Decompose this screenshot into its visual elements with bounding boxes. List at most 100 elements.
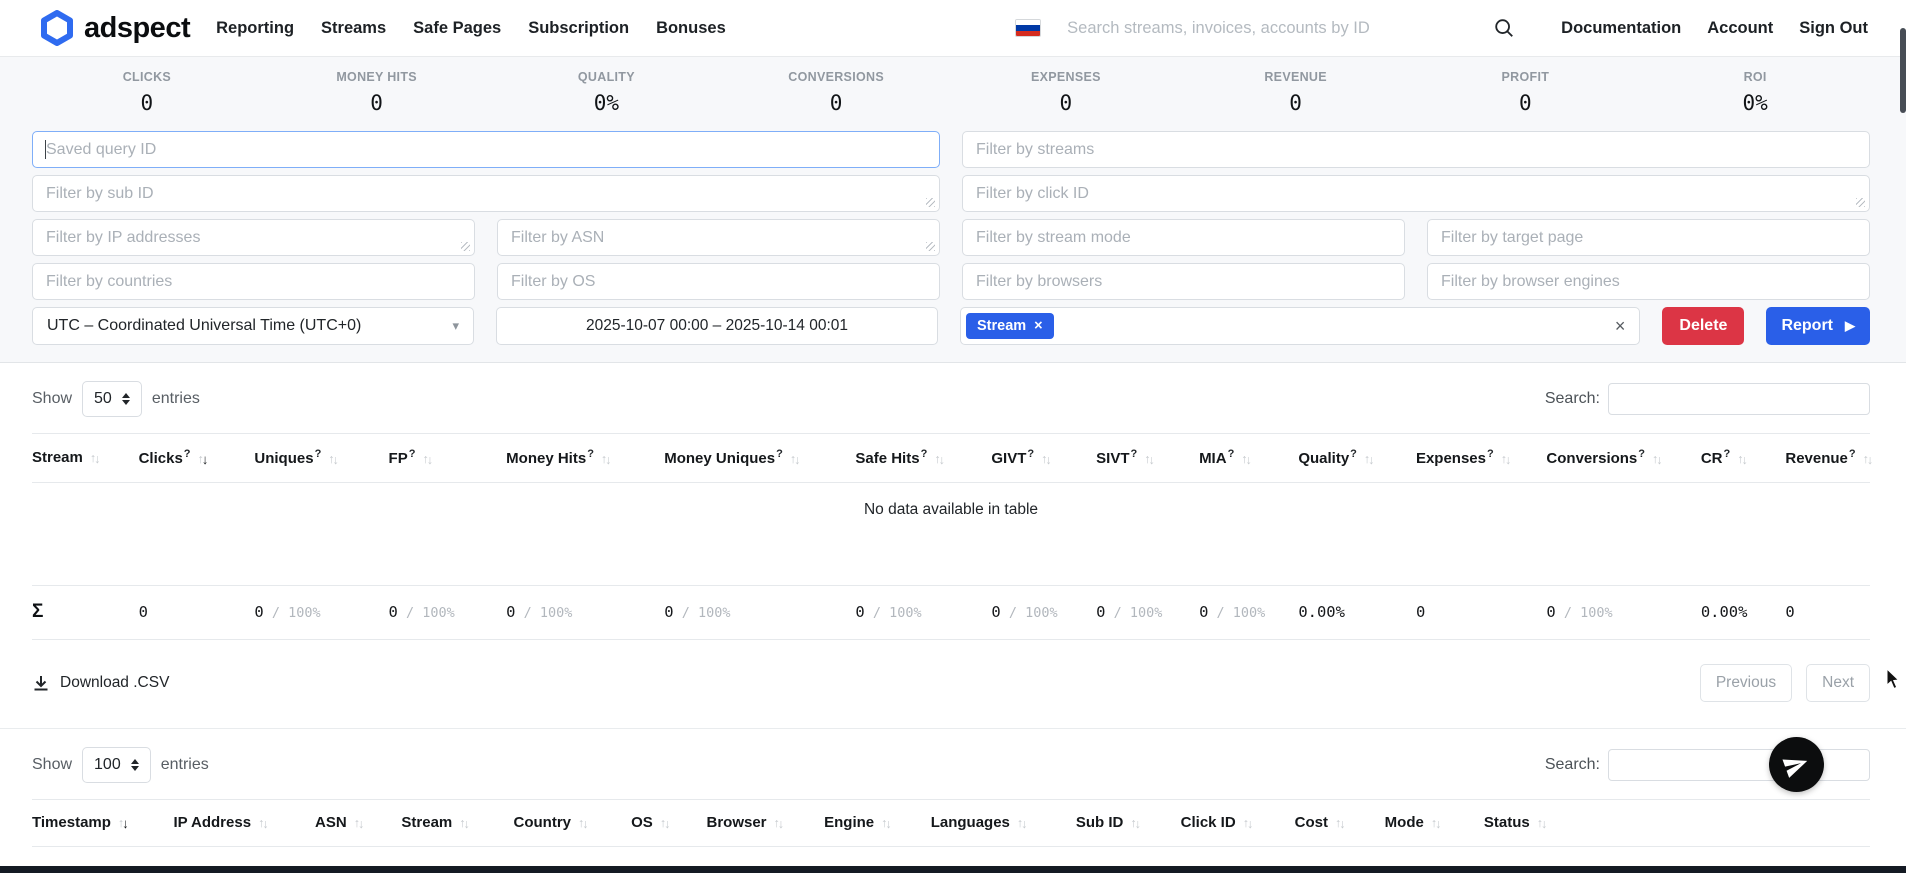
report-search-input[interactable]: [1608, 383, 1870, 415]
browsers-filter-input[interactable]: [962, 263, 1405, 300]
clicks-column-engine[interactable]: Engine↑↓: [824, 800, 931, 847]
group-by-select[interactable]: Stream × ×: [960, 307, 1640, 345]
clicks-column-ip-address[interactable]: IP Address↑↓: [174, 800, 316, 847]
help-icon[interactable]: ?: [409, 448, 416, 460]
help-icon[interactable]: ?: [1723, 448, 1730, 460]
report-column-stream[interactable]: Stream↑↓: [32, 434, 139, 483]
clicks-page-size-select[interactable]: 100: [82, 747, 151, 783]
streams-filter-input[interactable]: [962, 131, 1870, 168]
nav-item-sign-out[interactable]: Sign Out: [1799, 19, 1868, 37]
report-column-expenses[interactable]: Expenses?↑↓: [1416, 434, 1546, 483]
brand-logo[interactable]: adspect: [40, 10, 190, 46]
column-label: Money Uniques: [664, 450, 775, 467]
clicks-search-input[interactable]: [1608, 749, 1870, 781]
search-button[interactable]: [1493, 17, 1515, 39]
report-column-money-uniques[interactable]: Money Uniques?↑↓: [664, 434, 855, 483]
report-column-givt[interactable]: GIVT?↑↓: [991, 434, 1096, 483]
help-icon[interactable]: ?: [587, 448, 594, 460]
ip-filter-textarea[interactable]: [32, 219, 475, 256]
nav-item-bonuses[interactable]: Bonuses: [656, 19, 726, 38]
nav-item-account[interactable]: Account: [1707, 19, 1773, 37]
clicks-column-asn[interactable]: ASN↑↓: [315, 800, 401, 847]
clicks-column-os[interactable]: OS↑↓: [631, 800, 706, 847]
nav-right-links: Documentation Account Sign Out: [1535, 19, 1868, 38]
report-column-uniques[interactable]: Uniques?↑↓: [254, 434, 388, 483]
sort-icon: ↑↓: [1537, 816, 1546, 830]
clicks-column-timestamp[interactable]: Timestamp↑↓: [32, 800, 174, 847]
nav-item-safe-pages[interactable]: Safe Pages: [413, 19, 501, 38]
telegram-button[interactable]: [1769, 737, 1824, 792]
download-row: Download .CSV Previous Next: [32, 664, 1870, 702]
help-icon[interactable]: ?: [1228, 448, 1235, 460]
download-csv-button[interactable]: Download .CSV: [32, 674, 169, 692]
stream-mode-filter-input[interactable]: [962, 219, 1405, 256]
clicks-column-browser[interactable]: Browser↑↓: [706, 800, 824, 847]
clicks-table: Timestamp↑↓IP Address↑↓ASN↑↓Stream↑↓Coun…: [32, 800, 1870, 847]
nav-search-input[interactable]: [1067, 19, 1487, 38]
browser-engines-filter-input[interactable]: [1427, 263, 1870, 300]
clicks-controls: Show 100 entries Search:: [32, 746, 1870, 784]
previous-button[interactable]: Previous: [1700, 664, 1792, 702]
help-icon[interactable]: ?: [921, 448, 928, 460]
nav-item-documentation[interactable]: Documentation: [1561, 19, 1681, 37]
page-size-value: 50: [94, 390, 112, 408]
delete-button[interactable]: Delete: [1662, 307, 1744, 345]
page-size-select[interactable]: 50: [82, 381, 142, 417]
countries-filter-input[interactable]: [32, 263, 475, 300]
os-filter-input[interactable]: [497, 263, 940, 300]
clicks-column-status[interactable]: Status↑↓: [1484, 800, 1870, 847]
vertical-scrollbar[interactable]: [1899, 0, 1906, 873]
target-page-filter-input[interactable]: [1427, 219, 1870, 256]
subid-filter-textarea[interactable]: [32, 175, 940, 212]
report-column-quality[interactable]: Quality?↑↓: [1298, 434, 1416, 483]
report-column-sivt[interactable]: SIVT?↑↓: [1096, 434, 1199, 483]
asn-filter-textarea[interactable]: [497, 219, 940, 256]
help-icon[interactable]: ?: [184, 448, 191, 460]
russia-flag-icon[interactable]: [1015, 19, 1041, 37]
date-range-input[interactable]: [496, 307, 938, 345]
nav-item-streams[interactable]: Streams: [321, 19, 386, 38]
clicks-column-cost[interactable]: Cost↑↓: [1295, 800, 1385, 847]
report-column-money-hits[interactable]: Money Hits?↑↓: [506, 434, 664, 483]
help-icon[interactable]: ?: [315, 448, 322, 460]
report-column-revenue[interactable]: Revenue?↑↓: [1785, 434, 1870, 483]
bottom-strip: [0, 866, 1906, 873]
report-button[interactable]: Report ▶: [1766, 307, 1870, 345]
group-tag-stream[interactable]: Stream ×: [966, 313, 1054, 339]
report-column-cr[interactable]: CR?↑↓: [1701, 434, 1786, 483]
column-label: Sub ID: [1076, 814, 1124, 831]
pagination: Previous Next: [1700, 664, 1870, 702]
report-column-mia[interactable]: MIA?↑↓: [1199, 434, 1298, 483]
nav-item-subscription[interactable]: Subscription: [528, 19, 629, 38]
help-icon[interactable]: ?: [1638, 448, 1645, 460]
stat-money-hits: MONEY HITS0: [262, 70, 492, 115]
nav-item-reporting[interactable]: Reporting: [216, 19, 294, 38]
report-column-conversions[interactable]: Conversions?↑↓: [1546, 434, 1700, 483]
sort-icon: ↑↓: [601, 452, 610, 466]
help-icon[interactable]: ?: [776, 448, 783, 460]
clicks-column-click-id[interactable]: Click ID↑↓: [1181, 800, 1295, 847]
timezone-select[interactable]: UTC – Coordinated Universal Time (UTC+0)…: [32, 307, 474, 345]
help-icon[interactable]: ?: [1130, 448, 1137, 460]
sort-icon: ↑↓: [90, 451, 99, 465]
report-column-safe-hits[interactable]: Safe Hits?↑↓: [855, 434, 991, 483]
help-icon[interactable]: ?: [1487, 448, 1494, 460]
clicks-column-stream[interactable]: Stream↑↓: [401, 800, 513, 847]
clear-tags-icon[interactable]: ×: [1615, 317, 1626, 335]
sort-icon: ↑↓: [1130, 816, 1139, 830]
vertical-scrollbar-thumb[interactable]: [1900, 28, 1906, 113]
clicks-column-languages[interactable]: Languages↑↓: [931, 800, 1076, 847]
clicks-column-mode[interactable]: Mode↑↓: [1385, 800, 1484, 847]
stat-value: 0: [32, 91, 262, 115]
remove-tag-icon[interactable]: ×: [1034, 318, 1042, 334]
clicks-column-sub-id[interactable]: Sub ID ↑↓: [1076, 800, 1181, 847]
saved-query-input[interactable]: [32, 131, 940, 168]
next-button[interactable]: Next: [1806, 664, 1870, 702]
clickid-filter-textarea[interactable]: [962, 175, 1870, 212]
report-column-clicks[interactable]: Clicks?↑↓: [139, 434, 255, 483]
clicks-column-country[interactable]: Country↑↓: [514, 800, 632, 847]
report-column-fp[interactable]: FP?↑↓: [389, 434, 507, 483]
help-icon[interactable]: ?: [1350, 448, 1357, 460]
help-icon[interactable]: ?: [1849, 448, 1856, 460]
help-icon[interactable]: ?: [1027, 448, 1034, 460]
